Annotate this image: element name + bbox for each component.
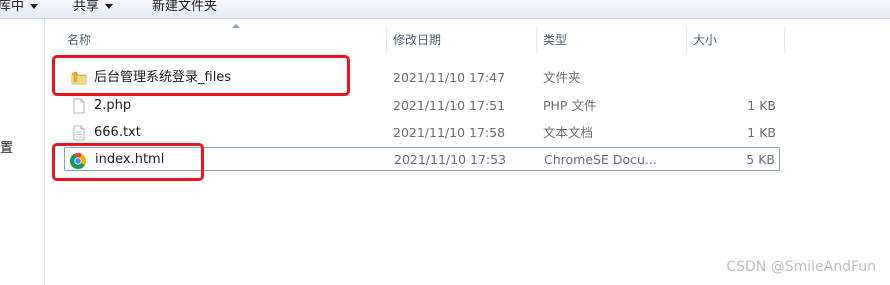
chevron-down-icon [30, 4, 39, 9]
column-type[interactable]: 类型 [537, 27, 687, 53]
annotation-box-folder [52, 55, 350, 96]
file-size: 1 KB [747, 98, 776, 113]
annotation-box-html [52, 143, 204, 181]
file-name: 666.txt [94, 125, 141, 140]
file-row-txt[interactable]: 666.txt 2021/11/10 17:58 文本文档 1 KB [64, 121, 780, 145]
column-modified[interactable]: 修改日期 [387, 27, 537, 53]
file-modified: 2021/11/10 17:53 [394, 152, 507, 167]
include-in-library-label: 库中 [0, 0, 25, 14]
file-name: 2.php [94, 98, 132, 113]
new-folder-button[interactable]: 新建文件夹 [152, 0, 217, 17]
file-type: PHP 文件 [543, 98, 597, 113]
file-type: 文本文档 [543, 125, 594, 140]
column-modified-label: 修改日期 [393, 33, 442, 47]
column-header: 名称 修改日期 类型 大小 [45, 24, 785, 53]
share-menu[interactable]: 共享 [73, 0, 114, 17]
new-folder-label: 新建文件夹 [152, 0, 218, 14]
chevron-down-icon [105, 4, 114, 9]
column-size-label: 大小 [693, 33, 718, 47]
file-modified: 2021/11/10 17:51 [393, 98, 506, 113]
file-type: ChromeSE Docu... [544, 152, 657, 167]
file-modified: 2021/11/10 17:58 [393, 125, 506, 140]
column-name[interactable]: 名称 [61, 24, 387, 53]
php-file-icon [70, 98, 88, 114]
file-modified: 2021/11/10 17:47 [393, 70, 506, 85]
column-size[interactable]: 大小 [687, 27, 785, 53]
include-in-library-menu[interactable]: 库中 [0, 0, 39, 17]
watermark: CSDN @SmileAndFun [726, 259, 876, 275]
share-label: 共享 [73, 0, 100, 14]
column-name-label: 名称 [67, 33, 92, 47]
toolbar: 库中 共享 新建文件夹 [0, 0, 890, 19]
text-file-icon [70, 125, 88, 141]
sort-ascending-icon [232, 24, 240, 28]
navigation-pane[interactable]: 置 [0, 19, 45, 285]
file-type: 文件夹 [543, 70, 581, 85]
file-row-php[interactable]: 2.php 2021/11/10 17:51 PHP 文件 1 KB [64, 94, 780, 118]
file-size: 1 KB [747, 125, 776, 140]
file-size: 5 KB [746, 152, 775, 167]
nav-item-cutoff[interactable]: 置 [0, 137, 13, 156]
column-type-label: 类型 [543, 33, 568, 47]
